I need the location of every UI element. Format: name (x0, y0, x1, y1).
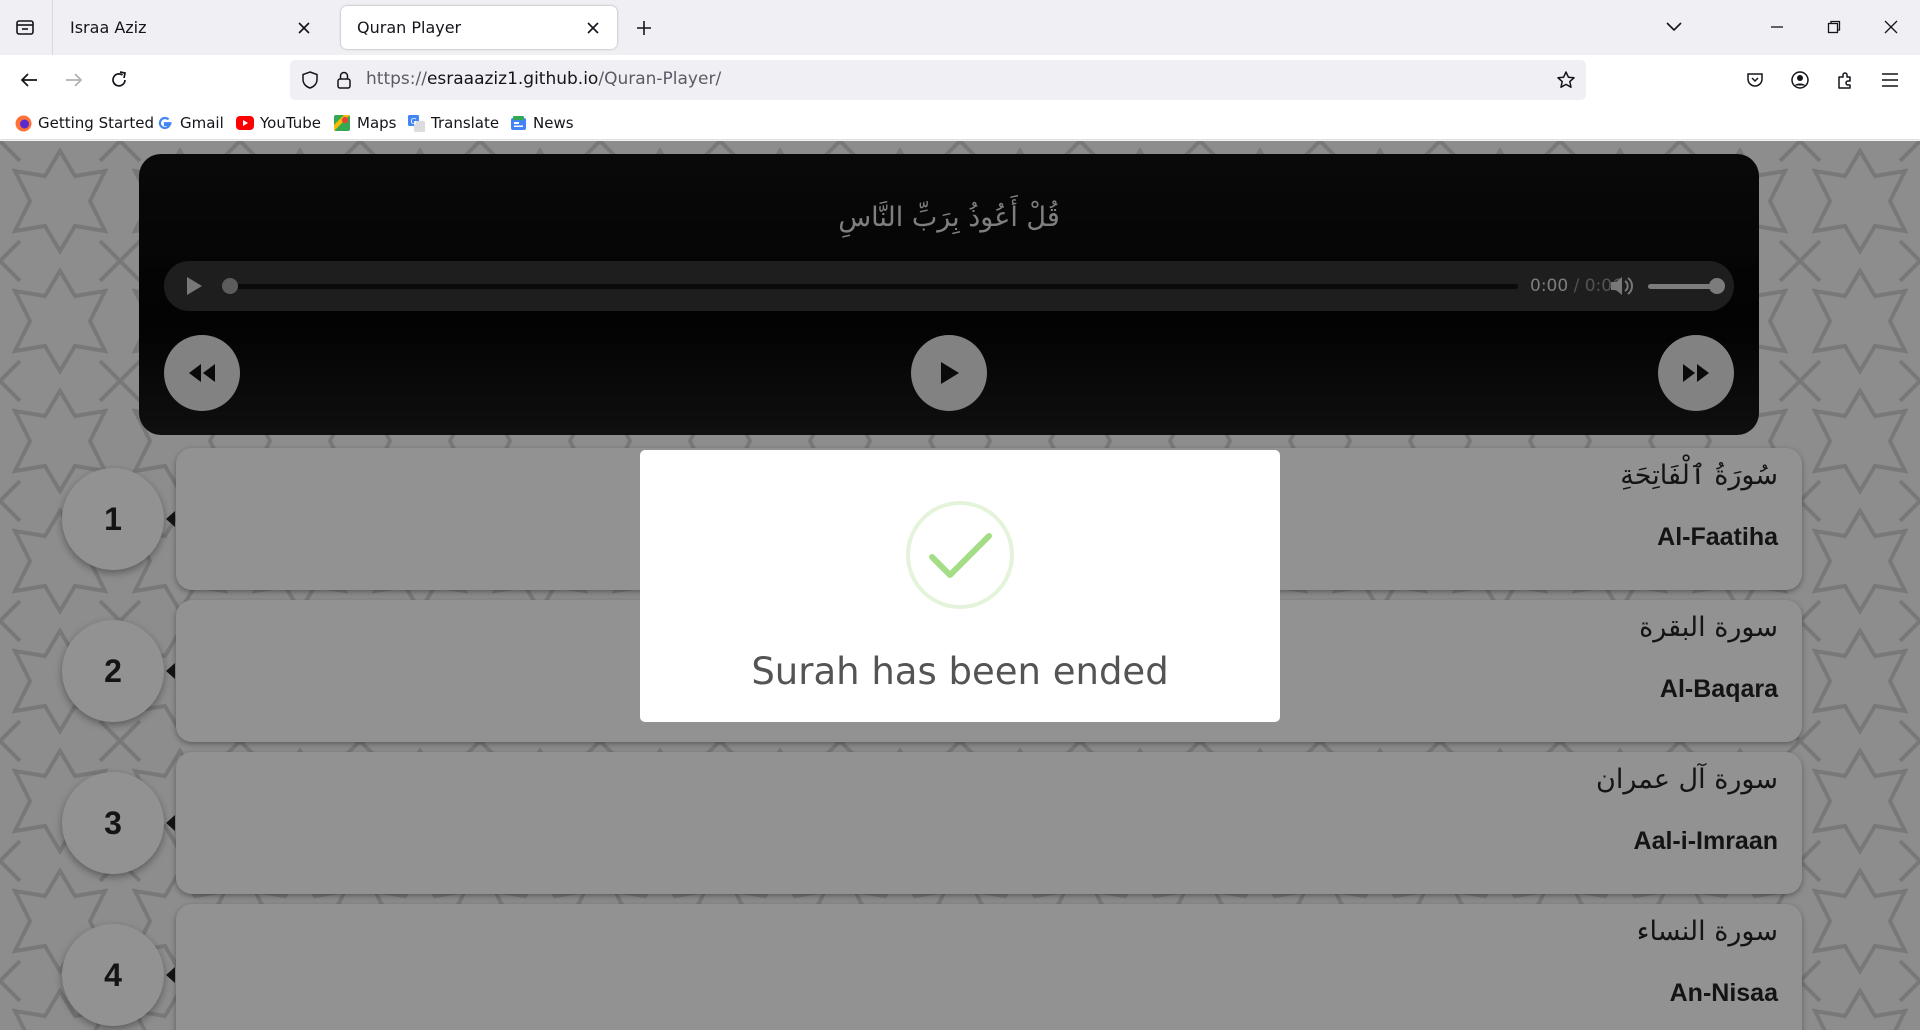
navigation-toolbar: https://esraaaziz1.github.io/Quran-Playe… (0, 55, 1920, 105)
hamburger-icon (1882, 73, 1898, 87)
translate-icon: G (407, 114, 425, 132)
account-button[interactable] (1784, 64, 1816, 96)
bookmark-label: Translate (431, 114, 500, 132)
restore-button[interactable] (1816, 10, 1852, 44)
tab-list-icon (16, 20, 34, 35)
close-tab-icon[interactable] (292, 16, 316, 40)
close-window-button[interactable] (1873, 10, 1909, 44)
bookmark-news[interactable]: News (509, 112, 574, 134)
tab-title: Israa Aziz (70, 18, 147, 37)
bookmark-label: YouTube (260, 114, 321, 132)
tab-quran-player[interactable]: Quran Player (341, 6, 617, 49)
url-bar[interactable]: https://esraaaziz1.github.io/Quran-Playe… (290, 60, 1586, 100)
google-icon (156, 114, 174, 132)
close-icon (1884, 20, 1898, 34)
firefox-icon (14, 114, 32, 132)
pocket-icon (1747, 73, 1763, 87)
list-all-tabs-button[interactable] (1656, 10, 1692, 44)
youtube-icon (236, 114, 254, 132)
bookmark-getting-started[interactable]: Getting Started (14, 112, 154, 134)
tab-bar: Israa Aziz Quran Player (0, 0, 1920, 55)
reload-icon (112, 71, 127, 87)
bookmark-label: Getting Started (38, 114, 154, 132)
page-content: قُلْ أَعُوذُ بِرَبِّ النَّاسِ 0:00 / 0:0… (0, 141, 1920, 1030)
chevron-down-icon (1666, 22, 1682, 32)
bookmarks-toolbar: Getting Started Gmail YouTube Maps G Tra… (0, 105, 1920, 140)
minimize-button[interactable] (1759, 10, 1795, 44)
bookmark-label: Maps (357, 114, 397, 132)
bookmark-maps[interactable]: Maps (333, 112, 396, 134)
url-host: esraaaziz1.github.io (426, 69, 599, 89)
arrow-left-icon (20, 73, 37, 87)
dialog-title: Surah has been ended (751, 650, 1169, 693)
minimize-icon (1771, 26, 1783, 28)
pocket-button[interactable] (1739, 64, 1771, 96)
alert-dialog: Surah has been ended (640, 450, 1280, 722)
account-icon (1791, 71, 1809, 89)
url-path: /Quran-Player/ (598, 69, 722, 89)
restore-icon (1827, 20, 1841, 34)
tab-separator (52, 0, 53, 55)
svg-text:G: G (410, 117, 416, 126)
bookmark-label: News (533, 114, 574, 132)
arrow-right-icon (66, 73, 83, 87)
bookmark-gmail[interactable]: Gmail (156, 112, 224, 134)
tab-title: Quran Player (357, 18, 462, 37)
reload-button[interactable] (103, 64, 135, 96)
tab-list-button[interactable] (8, 10, 42, 44)
url-text[interactable]: https://esraaaziz1.github.io/Quran-Playe… (366, 69, 721, 89)
new-tab-button[interactable] (628, 12, 660, 44)
bookmark-translate[interactable]: G Translate (407, 112, 499, 134)
maps-icon (333, 114, 351, 132)
forward-button[interactable] (58, 64, 90, 96)
bookmark-label: Gmail (180, 114, 224, 132)
success-check-icon (906, 501, 1014, 609)
tab-israa-aziz[interactable]: Israa Aziz (54, 6, 328, 49)
back-button[interactable] (13, 64, 45, 96)
close-tab-icon[interactable] (581, 16, 605, 40)
menu-button[interactable] (1874, 64, 1906, 96)
url-scheme: https:// (366, 69, 427, 89)
lock-icon[interactable] (332, 68, 356, 92)
shield-icon[interactable] (298, 68, 322, 92)
puzzle-icon (1838, 72, 1851, 89)
extensions-button[interactable] (1829, 64, 1861, 96)
news-icon (509, 114, 527, 132)
plus-icon (637, 21, 651, 35)
bookmark-youtube[interactable]: YouTube (236, 112, 321, 134)
bookmark-star-icon[interactable] (1554, 68, 1578, 92)
